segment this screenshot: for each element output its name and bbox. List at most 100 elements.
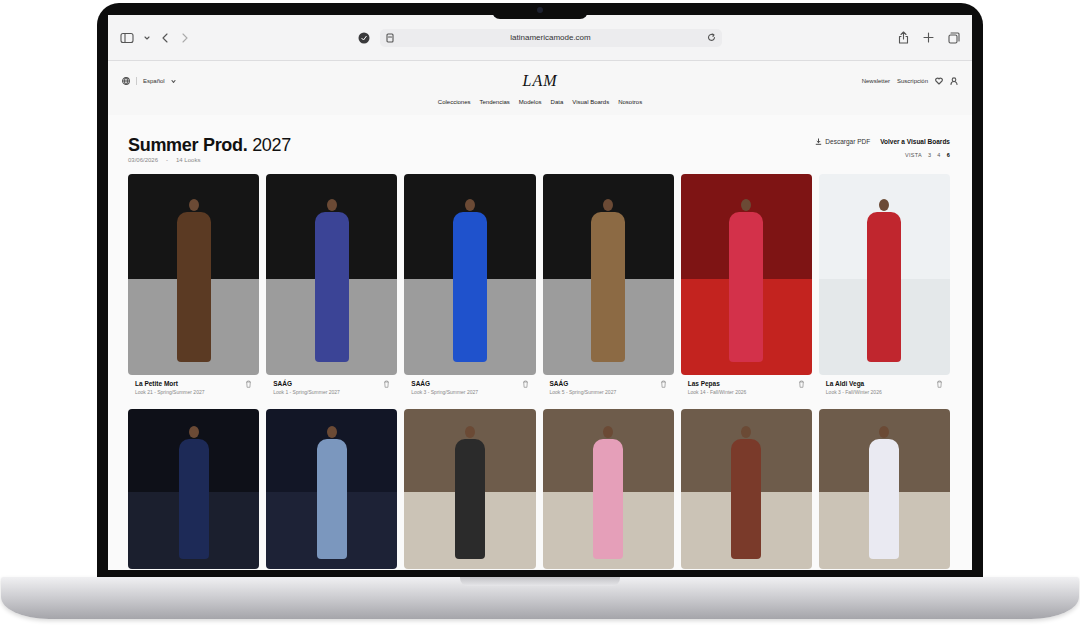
camera-notch bbox=[492, 3, 588, 19]
nav-item[interactable]: Data bbox=[551, 99, 564, 105]
look-brand[interactable]: Las Pepas bbox=[688, 380, 747, 387]
board-heading: Summer Prod. 202703/06/2026-14 Looks bbox=[128, 135, 291, 163]
look-detail: Look 5 - Spring/Summer 2027 bbox=[550, 389, 617, 395]
model-head bbox=[741, 426, 751, 438]
trash-icon[interactable] bbox=[798, 380, 805, 388]
trash-icon[interactable] bbox=[660, 380, 667, 388]
look-caption: Las Pepas Look 14 - Fall/Winter 2026 bbox=[681, 375, 812, 409]
look-brand[interactable]: SAÁG bbox=[550, 380, 617, 387]
look-caption: SAÁGLook 3 - Spring/Summer 2027 bbox=[404, 375, 535, 409]
look-photo[interactable] bbox=[819, 174, 950, 375]
look-card[interactable] bbox=[266, 409, 397, 569]
look-card[interactable]: SAÁGLook 3 - Spring/Summer 2027 bbox=[404, 174, 535, 409]
model-figure bbox=[315, 212, 349, 362]
privacy-shield-icon[interactable] bbox=[358, 32, 370, 44]
look-card[interactable]: SAÁGLook 1 - Spring/Summer 2027 bbox=[266, 174, 397, 409]
address-bar[interactable]: latinamericamode.com bbox=[380, 29, 722, 47]
look-photo[interactable] bbox=[128, 174, 259, 375]
nav-item[interactable]: Visual Boards bbox=[572, 99, 609, 105]
url-text[interactable]: latinamericamode.com bbox=[400, 33, 701, 42]
model-figure bbox=[593, 439, 623, 559]
share-icon[interactable] bbox=[898, 31, 909, 44]
nav-item[interactable]: Modelos bbox=[519, 99, 542, 105]
look-brand[interactable]: La Petite Mort bbox=[135, 380, 204, 387]
forward-arrow-icon[interactable] bbox=[180, 32, 190, 44]
reload-icon[interactable] bbox=[707, 33, 716, 42]
download-pdf-button[interactable]: Descargar PDF bbox=[815, 138, 870, 145]
look-brand[interactable]: La Aldi Vega bbox=[826, 380, 882, 387]
look-photo[interactable] bbox=[404, 409, 535, 569]
laptop-base bbox=[1, 577, 1079, 619]
look-photo[interactable] bbox=[543, 409, 674, 569]
look-caption: La Petite MortLook 21 - Spring/Summer 20… bbox=[128, 375, 259, 409]
look-photo[interactable] bbox=[266, 174, 397, 375]
page-icon[interactable] bbox=[386, 33, 394, 43]
main-nav: Colecciones Tendencias Modelos Data Visual B… bbox=[108, 91, 972, 115]
look-card[interactable]: La Aldi Vega Look 3 - Fall/Winter 2026 bbox=[819, 174, 950, 409]
nav-item[interactable]: Nosotros bbox=[618, 99, 642, 105]
language-selector[interactable]: Español bbox=[122, 77, 523, 85]
model-figure bbox=[177, 212, 211, 362]
model-figure bbox=[729, 212, 763, 362]
look-card[interactable] bbox=[404, 409, 535, 569]
look-card[interactable] bbox=[819, 409, 950, 569]
look-detail: Look 14 - Fall/Winter 2026 bbox=[688, 389, 747, 395]
toolbar-left bbox=[120, 32, 350, 44]
model-head bbox=[741, 199, 751, 211]
header-link[interactable]: Newsletter bbox=[862, 78, 890, 84]
tabs-icon[interactable] bbox=[948, 32, 960, 44]
download-label[interactable]: Descargar PDF bbox=[825, 138, 870, 145]
look-photo[interactable] bbox=[404, 174, 535, 375]
trash-icon[interactable] bbox=[245, 380, 252, 388]
view-option[interactable]: 6 bbox=[947, 152, 950, 158]
trash-icon[interactable] bbox=[522, 380, 529, 388]
view-option[interactable]: 3 bbox=[928, 152, 931, 158]
look-card[interactable]: Las Pepas Look 14 - Fall/Winter 2026 bbox=[681, 174, 812, 409]
heart-icon[interactable] bbox=[935, 77, 943, 85]
look-photo[interactable] bbox=[819, 409, 950, 569]
nav-item[interactable]: Colecciones bbox=[438, 99, 471, 105]
back-arrow-icon[interactable] bbox=[160, 32, 170, 44]
look-brand[interactable]: SAÁG bbox=[273, 380, 340, 387]
model-head bbox=[465, 426, 475, 438]
download-icon[interactable] bbox=[815, 138, 822, 145]
nav-item[interactable]: Tendencias bbox=[480, 99, 510, 105]
trash-icon[interactable] bbox=[383, 380, 390, 388]
header-link[interactable]: Suscripción bbox=[897, 78, 928, 84]
base-groove bbox=[460, 577, 620, 586]
look-card[interactable]: SAÁG Look 5 - Spring/Summer 2027 bbox=[543, 174, 674, 409]
model-head bbox=[879, 426, 889, 438]
look-card[interactable] bbox=[543, 409, 674, 569]
look-photo[interactable] bbox=[128, 409, 259, 569]
user-icon[interactable] bbox=[950, 77, 958, 85]
look-detail: Look 3 - Fall/Winter 2026 bbox=[826, 389, 882, 395]
look-card[interactable] bbox=[128, 409, 259, 569]
trash-icon[interactable] bbox=[936, 380, 943, 388]
look-card[interactable] bbox=[681, 409, 812, 569]
title-row: Summer Prod. 202703/06/2026-14 Looks Desc… bbox=[128, 135, 950, 163]
look-card[interactable]: La Petite MortLook 21 - Spring/Summer 20… bbox=[128, 174, 259, 409]
look-photo[interactable] bbox=[543, 174, 674, 375]
language-label[interactable]: Español bbox=[143, 78, 165, 84]
chevron-down-icon[interactable] bbox=[171, 79, 176, 84]
toolbar-middle: latinamericamode.com bbox=[358, 29, 722, 47]
caption-text: La Aldi Vega Look 3 - Fall/Winter 2026 bbox=[826, 380, 882, 395]
board-year: 2027 bbox=[252, 135, 291, 155]
chevron-down-icon[interactable] bbox=[144, 35, 150, 41]
model-head bbox=[879, 199, 889, 211]
globe-icon[interactable] bbox=[122, 77, 130, 85]
back-to-boards-link[interactable]: Volver a Visual Boards bbox=[880, 138, 950, 145]
model-head bbox=[189, 199, 199, 211]
view-label: VISTA bbox=[905, 152, 922, 158]
model-figure bbox=[317, 439, 347, 559]
view-option[interactable]: 4 bbox=[937, 152, 940, 158]
look-photo[interactable] bbox=[681, 174, 812, 375]
divider bbox=[136, 77, 137, 85]
look-caption: La Aldi Vega Look 3 - Fall/Winter 2026 bbox=[819, 375, 950, 409]
plus-icon[interactable] bbox=[923, 32, 934, 43]
look-photo[interactable] bbox=[681, 409, 812, 569]
site-logo[interactable]: LAM bbox=[523, 72, 558, 90]
look-photo[interactable] bbox=[266, 409, 397, 569]
sidebar-icon[interactable] bbox=[120, 32, 134, 44]
look-brand[interactable]: SAÁG bbox=[411, 380, 478, 387]
